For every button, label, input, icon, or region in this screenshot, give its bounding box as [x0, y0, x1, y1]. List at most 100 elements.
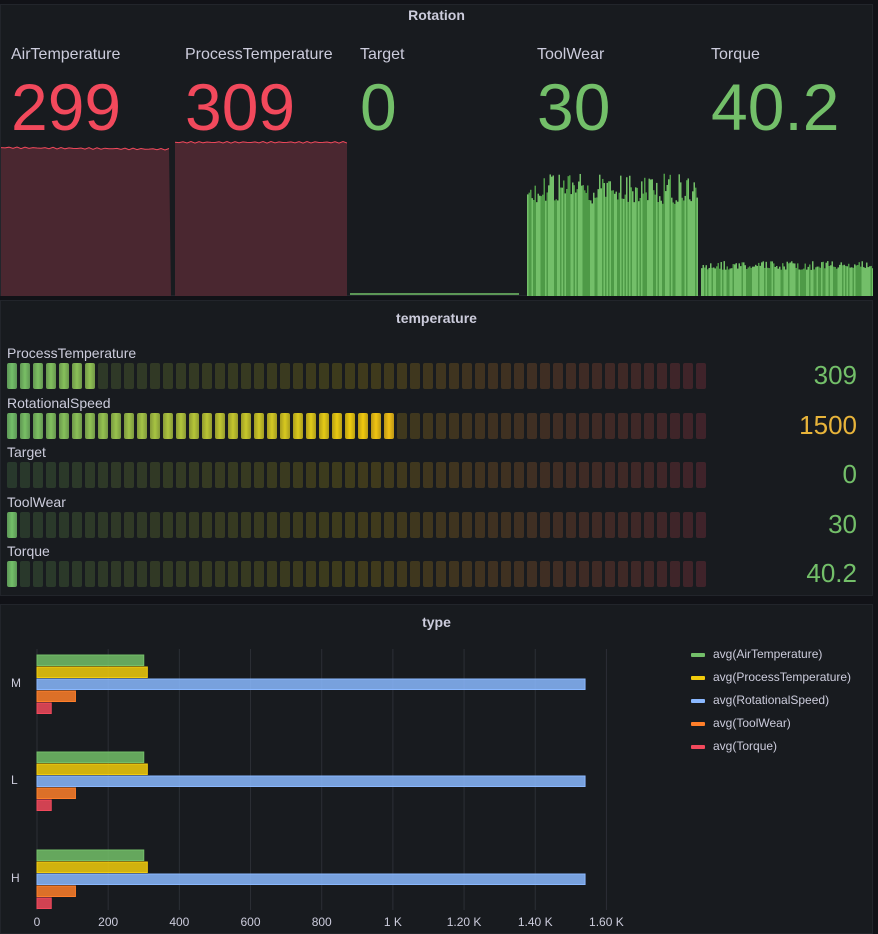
bar-gauge-cell [267, 561, 277, 587]
spike [692, 191, 694, 296]
bar-gauge-cell [189, 412, 199, 439]
spike [600, 188, 602, 296]
spike [866, 262, 868, 296]
temperature-panel: temperature ProcessTemperature 309 Rotatio… [0, 300, 873, 596]
bar-gauge-cell [475, 561, 485, 587]
bar-L-avg-airtemperature-[interactable] [36, 751, 145, 763]
panel-title[interactable]: temperature [1, 310, 872, 326]
spike [587, 185, 589, 296]
bar-gauge-cell [189, 363, 199, 389]
legend-item[interactable]: avg(RotationalSpeed) [691, 693, 829, 707]
bar-gauge-cell [540, 363, 550, 389]
bar-gauge-cell [501, 412, 511, 439]
bar-gauge-cell [618, 561, 628, 587]
spike [534, 185, 536, 296]
bar-gauge-cell [566, 363, 576, 389]
bar-gauge-cell [306, 363, 316, 389]
spike [546, 192, 548, 296]
bar-gauge-cell [98, 561, 108, 587]
bar-H-avg-torque-[interactable] [36, 897, 52, 909]
bar-gauge-label: Torque [7, 543, 50, 559]
bar-gauge-cell [280, 363, 290, 389]
legend-swatch [691, 675, 705, 680]
bar-gauge-cell [150, 462, 160, 488]
bar-gauge-cell [436, 363, 446, 389]
legend-item[interactable]: avg(ToolWear) [691, 716, 791, 730]
bar-gauge-cell [59, 462, 69, 488]
spike [707, 269, 709, 296]
spike [548, 185, 550, 296]
bar-M-avg-toolwear-[interactable] [36, 690, 76, 702]
bar-gauge-cell [423, 511, 433, 538]
spike [845, 265, 847, 296]
bar-L-avg-processtemperature-[interactable] [36, 763, 148, 775]
bar-H-avg-rotationalspeed-[interactable] [36, 873, 586, 885]
spike [683, 200, 685, 296]
bar-gauge-cell [124, 412, 134, 439]
spike [863, 267, 865, 296]
spike [656, 182, 658, 296]
spike [632, 191, 634, 296]
spike [609, 181, 611, 296]
bar-gauge-cell [72, 412, 82, 439]
bar-gauge-cell [566, 462, 576, 488]
bar-L-avg-toolwear-[interactable] [36, 787, 76, 799]
bar-gauge-cell [150, 511, 160, 538]
bar-M-avg-airtemperature-[interactable] [36, 654, 145, 666]
spike [800, 269, 802, 296]
bar-M-avg-processtemperature-[interactable] [36, 666, 148, 678]
spike [663, 173, 665, 296]
bar-gauge-cell [215, 412, 225, 439]
x-tick-label: 200 [98, 915, 119, 929]
bar-gauge-cell [436, 412, 446, 439]
bar-gauge-cell [540, 561, 550, 587]
sparkline [350, 293, 519, 295]
spike [537, 193, 539, 296]
spike [635, 187, 637, 296]
panel-title[interactable]: Rotation [1, 7, 872, 23]
legend-label: avg(Torque) [713, 739, 778, 753]
bar-gauge-cell [33, 363, 43, 389]
bar-gauge-cell [618, 363, 628, 389]
bar-gauge-cell [85, 511, 95, 538]
bar-H-avg-processtemperature-[interactable] [36, 861, 148, 873]
spike [675, 200, 677, 296]
bar-gauge-cell [657, 511, 667, 538]
legend-item[interactable]: avg(ProcessTemperature) [691, 670, 851, 684]
spike [651, 179, 653, 296]
legend-item[interactable]: avg(Torque) [691, 739, 777, 753]
bar-gauge-cell [20, 363, 30, 389]
spike [815, 267, 817, 296]
spike [764, 267, 766, 296]
bar-H-avg-toolwear-[interactable] [36, 885, 76, 897]
bar-gauge-cell [150, 412, 160, 439]
spike [657, 202, 659, 296]
bar-gauge-cell [319, 561, 329, 587]
spike [701, 268, 703, 296]
bar-gauge-cell [176, 412, 186, 439]
spike [716, 266, 718, 296]
bar-gauge-cell [592, 462, 602, 488]
bar-L-avg-torque-[interactable] [36, 799, 52, 811]
stat-name: Torque [711, 46, 760, 63]
legend-label: avg(ToolWear) [713, 716, 791, 730]
bar-gauge-cell [215, 561, 225, 587]
bar-gauge-cell [59, 363, 69, 389]
x-tick-label: 1.20 K [446, 915, 482, 929]
bar-gauge-cell [553, 363, 563, 389]
spike [680, 182, 682, 296]
bar-gauge-cell [332, 561, 342, 587]
spike [566, 188, 568, 296]
spike [812, 261, 814, 296]
bar-gauge-cell [98, 412, 108, 439]
bar-H-avg-airtemperature-[interactable] [36, 849, 145, 861]
bar-gauge-cell [332, 462, 342, 488]
bar-gauge-cell [7, 511, 17, 538]
bar-M-avg-torque-[interactable] [36, 702, 52, 714]
spike [585, 192, 587, 296]
bar-L-avg-rotationalspeed-[interactable] [36, 775, 586, 787]
bar-M-avg-rotationalspeed-[interactable] [36, 678, 586, 690]
legend-item[interactable]: avg(AirTemperature) [691, 647, 822, 661]
spike [780, 269, 782, 296]
bar-gauge-cell [436, 511, 446, 538]
